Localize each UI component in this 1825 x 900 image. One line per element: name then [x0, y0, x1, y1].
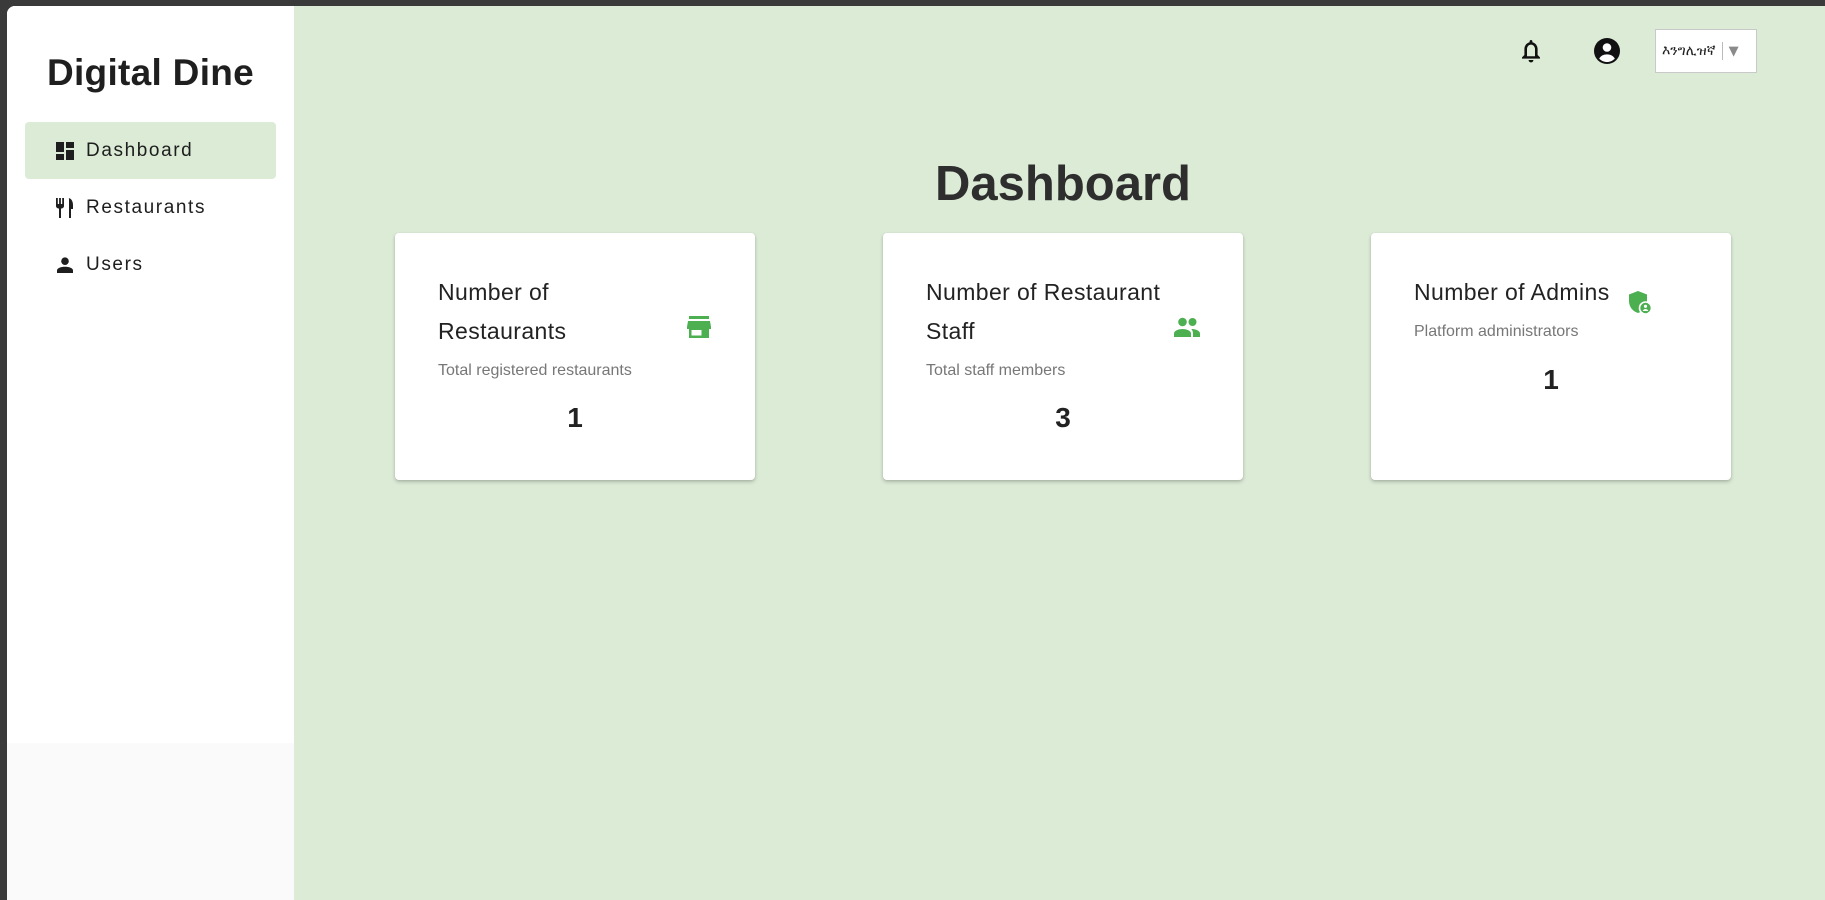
dashboard-icon: [55, 141, 75, 161]
card-title-line: Number of Admins: [1414, 279, 1610, 305]
card-title: Number of Admins: [1414, 273, 1610, 312]
sidebar-item-label: Restaurants: [86, 196, 207, 218]
notifications-button[interactable]: [1515, 35, 1547, 67]
account-button[interactable]: [1591, 35, 1623, 67]
card-title: Number of Restaurant Staff: [926, 273, 1160, 351]
language-select[interactable]: እንግሊዝኛ ▼: [1655, 29, 1757, 73]
account-circle-icon: [1594, 38, 1620, 64]
card-title-line: Restaurants: [438, 318, 567, 344]
app-title: Digital Dine: [46, 52, 255, 93]
page-title: Dashboard: [935, 157, 1191, 211]
staff-count-card: Number of Restaurant Staff Total staff m…: [883, 233, 1243, 480]
sidebar-item-label: Users: [86, 253, 144, 275]
card-subtitle: Total registered restaurants: [438, 362, 632, 379]
sidebar-item-dashboard[interactable]: Dashboard: [25, 122, 276, 179]
card-title-line: Number of: [438, 279, 549, 305]
sidebar-nav: Dashboard Restaurants Users: [25, 122, 276, 293]
restaurant-icon: [55, 197, 75, 218]
card-title-line: Number of Restaurant: [926, 279, 1161, 305]
card-value: 1: [1543, 364, 1559, 395]
card-subtitle: Total staff members: [926, 362, 1066, 379]
sidebar: Digital Dine Dashboard Restaurants Users: [7, 6, 294, 900]
chevron-down-icon: ▼: [1728, 43, 1739, 59]
admins-count-card: Number of Admins Platform administrators…: [1371, 233, 1731, 480]
sidebar-item-label: Dashboard: [86, 139, 194, 161]
app-window: Digital Dine Dashboard Restaurants Users…: [7, 6, 1825, 900]
store-icon: [685, 313, 713, 341]
sidebar-item-restaurants[interactable]: Restaurants: [25, 179, 276, 236]
card-value: 3: [1055, 402, 1071, 433]
sidebar-panel: Digital Dine Dashboard Restaurants Users: [7, 6, 294, 743]
card-subtitle: Platform administrators: [1414, 323, 1579, 340]
card-value: 1: [567, 402, 583, 433]
restaurants-count-card: Number of Restaurants Total registered r…: [395, 233, 755, 480]
select-divider: [1721, 42, 1723, 60]
bell-icon: [1522, 40, 1540, 63]
sidebar-item-users[interactable]: Users: [25, 236, 276, 293]
admin-shield-icon: [1627, 289, 1655, 317]
language-value: እንግሊዝኛ: [1662, 43, 1716, 59]
person-icon: [55, 255, 75, 275]
card-title-line: Staff: [926, 318, 975, 344]
people-icon: [1173, 313, 1201, 341]
card-title: Number of Restaurants: [438, 273, 566, 351]
